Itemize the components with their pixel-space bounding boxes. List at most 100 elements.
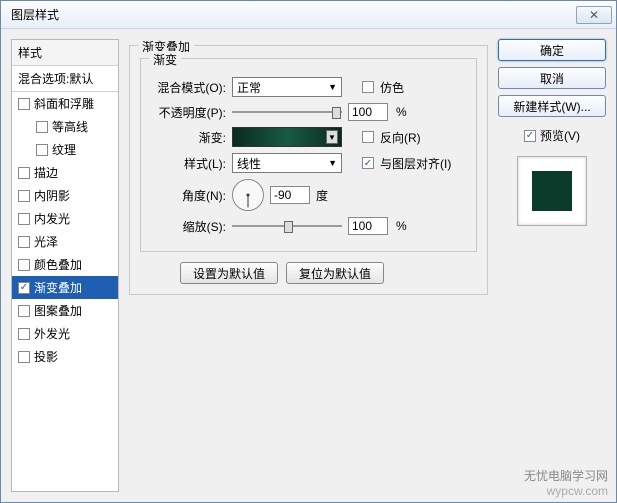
- ok-button[interactable]: 确定: [498, 39, 606, 61]
- new-style-button[interactable]: 新建样式(W)...: [498, 95, 606, 117]
- titlebar: 图层样式 ✕: [1, 1, 616, 29]
- style-item[interactable]: 颜色叠加: [12, 253, 118, 276]
- style-item[interactable]: 外发光: [12, 322, 118, 345]
- chevron-down-icon: ▼: [328, 158, 337, 168]
- blend-mode-select[interactable]: 正常 ▼: [232, 77, 342, 97]
- style-checkbox[interactable]: [18, 236, 30, 248]
- style-item-label: 投影: [34, 348, 58, 365]
- reverse-checkbox[interactable]: [362, 131, 374, 143]
- style-checkbox[interactable]: [18, 213, 30, 225]
- style-checkbox[interactable]: [18, 305, 30, 317]
- watermark: 无忧电脑学习网 wypcw.com: [524, 469, 608, 498]
- style-checkbox[interactable]: ✓: [18, 282, 30, 294]
- chevron-down-icon: ▼: [328, 82, 337, 92]
- scale-input[interactable]: 100: [348, 217, 388, 235]
- style-item[interactable]: ✓ 渐变叠加: [12, 276, 118, 299]
- style-checkbox[interactable]: [18, 190, 30, 202]
- style-item-label: 纹理: [52, 141, 76, 158]
- angle-label: 角度(N):: [151, 187, 226, 204]
- gradient-overlay-group: 渐变叠加 渐变 混合模式(O): 正常 ▼ 仿色 不透明度(: [129, 45, 488, 295]
- style-row: 样式(L): 线性 ▼ ✓ 与图层对齐(I): [151, 153, 466, 173]
- dialog-title: 图层样式: [11, 6, 59, 23]
- scale-row: 缩放(S): 100 %: [151, 217, 466, 235]
- gradient-picker[interactable]: ▼: [232, 127, 342, 147]
- style-checkbox[interactable]: [18, 98, 30, 110]
- chevron-down-icon[interactable]: ▼: [326, 130, 338, 144]
- align-checkbox[interactable]: ✓: [362, 157, 374, 169]
- blend-mode-label: 混合模式(O):: [151, 79, 226, 96]
- gradient-row: 渐变: ▼ 反向(R): [151, 127, 466, 147]
- opacity-row: 不透明度(P): 100 %: [151, 103, 466, 121]
- inner-title: 渐变: [149, 51, 181, 68]
- style-checkbox[interactable]: [36, 144, 48, 156]
- style-item-label: 颜色叠加: [34, 256, 82, 273]
- style-item[interactable]: 投影: [12, 345, 118, 368]
- action-panel: 确定 取消 新建样式(W)... ✓ 预览(V): [498, 39, 606, 492]
- layer-style-dialog: 图层样式 ✕ 样式 混合选项:默认 斜面和浮雕等高线纹理描边内阴影内发光光泽颜色…: [0, 0, 617, 503]
- style-item-label: 光泽: [34, 233, 58, 250]
- dialog-body: 样式 混合选项:默认 斜面和浮雕等高线纹理描边内阴影内发光光泽颜色叠加✓渐变叠加…: [1, 29, 616, 502]
- style-checkbox[interactable]: [18, 328, 30, 340]
- styles-header[interactable]: 样式: [12, 40, 118, 66]
- dial-pointer: [248, 196, 249, 208]
- preview-swatch: [532, 171, 572, 211]
- opacity-input[interactable]: 100: [348, 103, 388, 121]
- preview-box: [517, 156, 587, 226]
- style-item[interactable]: 内阴影: [12, 184, 118, 207]
- close-icon: ✕: [589, 8, 599, 22]
- percent-label: %: [396, 105, 407, 119]
- style-item-label: 内阴影: [34, 187, 70, 204]
- style-checkbox[interactable]: [36, 121, 48, 133]
- style-item[interactable]: 描边: [12, 161, 118, 184]
- gradient-inner-group: 渐变 混合模式(O): 正常 ▼ 仿色 不透明度(P):: [140, 58, 477, 252]
- style-item-label: 斜面和浮雕: [34, 95, 94, 112]
- style-item[interactable]: 图案叠加: [12, 299, 118, 322]
- gradient-label: 渐变:: [151, 129, 226, 146]
- cancel-button[interactable]: 取消: [498, 67, 606, 89]
- angle-dial[interactable]: [232, 179, 264, 211]
- angle-row: 角度(N): -90 度: [151, 179, 466, 211]
- percent-label: %: [396, 219, 407, 233]
- scale-label: 缩放(S):: [151, 218, 226, 235]
- style-value: 线性: [237, 155, 261, 172]
- preview-row: ✓ 预览(V): [498, 127, 606, 144]
- style-item-label: 描边: [34, 164, 58, 181]
- preview-label: 预览(V): [540, 127, 580, 144]
- dither-checkbox[interactable]: [362, 81, 374, 93]
- slider-track: [232, 111, 342, 113]
- close-button[interactable]: ✕: [576, 6, 612, 24]
- styles-panel: 样式 混合选项:默认 斜面和浮雕等高线纹理描边内阴影内发光光泽颜色叠加 ✓ 渐变叠加…: [11, 39, 119, 492]
- options-panel: 渐变叠加 渐变 混合模式(O): 正常 ▼ 仿色 不透明度(: [129, 39, 488, 492]
- default-buttons-row: 设置为默认值 复位为默认值: [180, 262, 477, 284]
- style-list: 斜面和浮雕等高线纹理描边内阴影内发光光泽颜色叠加 ✓ 渐变叠加图案叠加外发光投影: [12, 92, 118, 368]
- style-item[interactable]: 内发光: [12, 207, 118, 230]
- reset-default-button[interactable]: 复位为默认值: [286, 262, 384, 284]
- preview-checkbox[interactable]: ✓: [524, 130, 536, 142]
- angle-unit: 度: [316, 187, 328, 204]
- style-checkbox[interactable]: [18, 351, 30, 363]
- style-item[interactable]: 光泽: [12, 230, 118, 253]
- style-item[interactable]: 纹理: [12, 138, 118, 161]
- style-item-label: 等高线: [52, 118, 88, 135]
- style-checkbox[interactable]: [18, 259, 30, 271]
- style-item-label: 渐变叠加: [34, 279, 82, 296]
- blend-mode-value: 正常: [237, 79, 261, 96]
- slider-thumb[interactable]: [332, 107, 341, 119]
- style-item-label: 外发光: [34, 325, 70, 342]
- style-select[interactable]: 线性 ▼: [232, 153, 342, 173]
- style-item-label: 图案叠加: [34, 302, 82, 319]
- slider-thumb[interactable]: [284, 221, 293, 233]
- opacity-label: 不透明度(P):: [151, 104, 226, 121]
- style-label: 样式(L):: [151, 155, 226, 172]
- blend-mode-row: 混合模式(O): 正常 ▼ 仿色: [151, 77, 466, 97]
- scale-slider[interactable]: [232, 218, 342, 234]
- style-item[interactable]: 等高线: [12, 115, 118, 138]
- dither-label: 仿色: [380, 79, 404, 96]
- blending-options[interactable]: 混合选项:默认: [12, 66, 118, 92]
- style-checkbox[interactable]: [18, 167, 30, 179]
- angle-input[interactable]: -90: [270, 186, 310, 204]
- make-default-button[interactable]: 设置为默认值: [180, 262, 278, 284]
- opacity-slider[interactable]: [232, 104, 342, 120]
- reverse-label: 反向(R): [380, 129, 421, 146]
- style-item[interactable]: 斜面和浮雕: [12, 92, 118, 115]
